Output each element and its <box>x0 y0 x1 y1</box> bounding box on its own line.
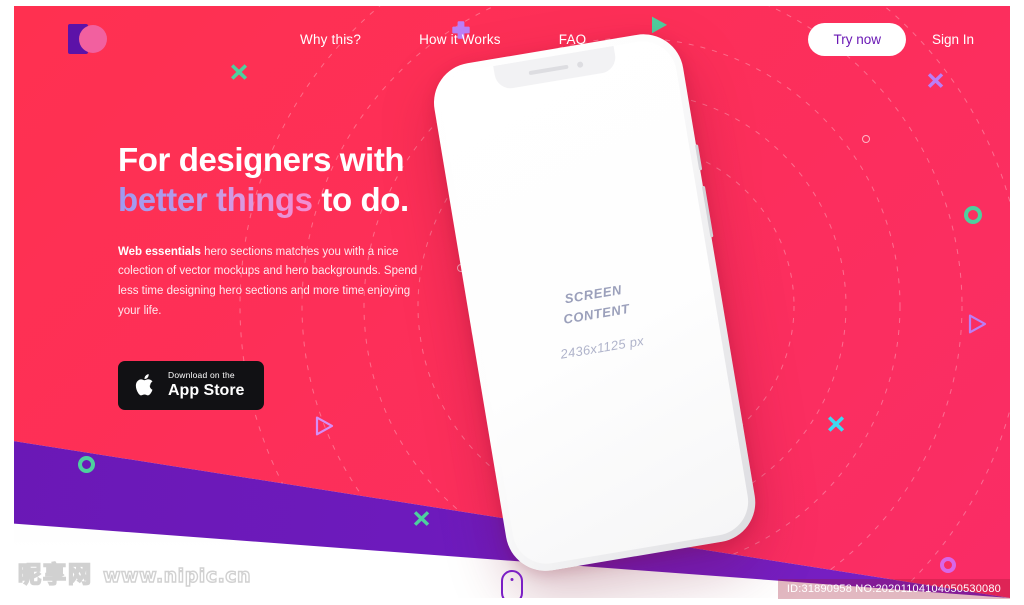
app-store-subtitle: Download on the <box>168 369 235 380</box>
app-store-title: App Store <box>168 381 245 399</box>
hero-copy-block: For designers with better things to do. … <box>118 140 518 410</box>
headline-accent: better things <box>118 181 313 219</box>
sign-in-link[interactable]: Sign In <box>932 32 974 47</box>
top-navigation: Why this? How it Works FAQ Try now Sign … <box>14 6 1010 72</box>
site-watermark: 昵享网 www.nipic.cn <box>17 555 252 589</box>
headline-line-1: For designers with <box>118 141 405 178</box>
nav-link-faq[interactable]: FAQ <box>559 32 587 47</box>
phone-side-button-small <box>694 144 703 171</box>
hero-paragraph: Web essentials hero sections matches you… <box>118 243 418 322</box>
nav-link-how-it-works[interactable]: How it Works <box>419 32 501 47</box>
download-app-store-button[interactable]: Download on the App Store <box>118 360 265 410</box>
watermark-chinese-text: 昵享网 <box>17 561 93 589</box>
watermark-url-text: www.nipic.cn <box>102 564 252 587</box>
page-title: For designers with better things to do. <box>118 140 518 221</box>
apple-icon <box>135 374 153 396</box>
watermark-id-badge: ID:31890958 NO:20201104104050530080 <box>777 579 1010 599</box>
app-logo[interactable] <box>68 24 114 54</box>
nav-actions: Try now Sign In <box>808 22 974 56</box>
scroll-down-indicator[interactable] <box>501 570 523 598</box>
nav-link-why-this[interactable]: Why this? <box>300 32 361 47</box>
app-store-labels: Download on the App Store <box>168 369 245 400</box>
phone-side-button-large <box>701 185 714 238</box>
headline-tail: to do. <box>312 181 409 219</box>
logo-circle-shape <box>79 25 107 53</box>
try-now-button[interactable]: Try now <box>808 22 906 56</box>
landing-page: Why this? How it Works FAQ Try now Sign … <box>14 6 1010 598</box>
hero-paragraph-bold: Web essentials <box>118 245 201 258</box>
screenshot-root: Why this? How it Works FAQ Try now Sign … <box>0 0 1024 605</box>
nav-link-group: Why this? How it Works FAQ <box>300 32 586 47</box>
